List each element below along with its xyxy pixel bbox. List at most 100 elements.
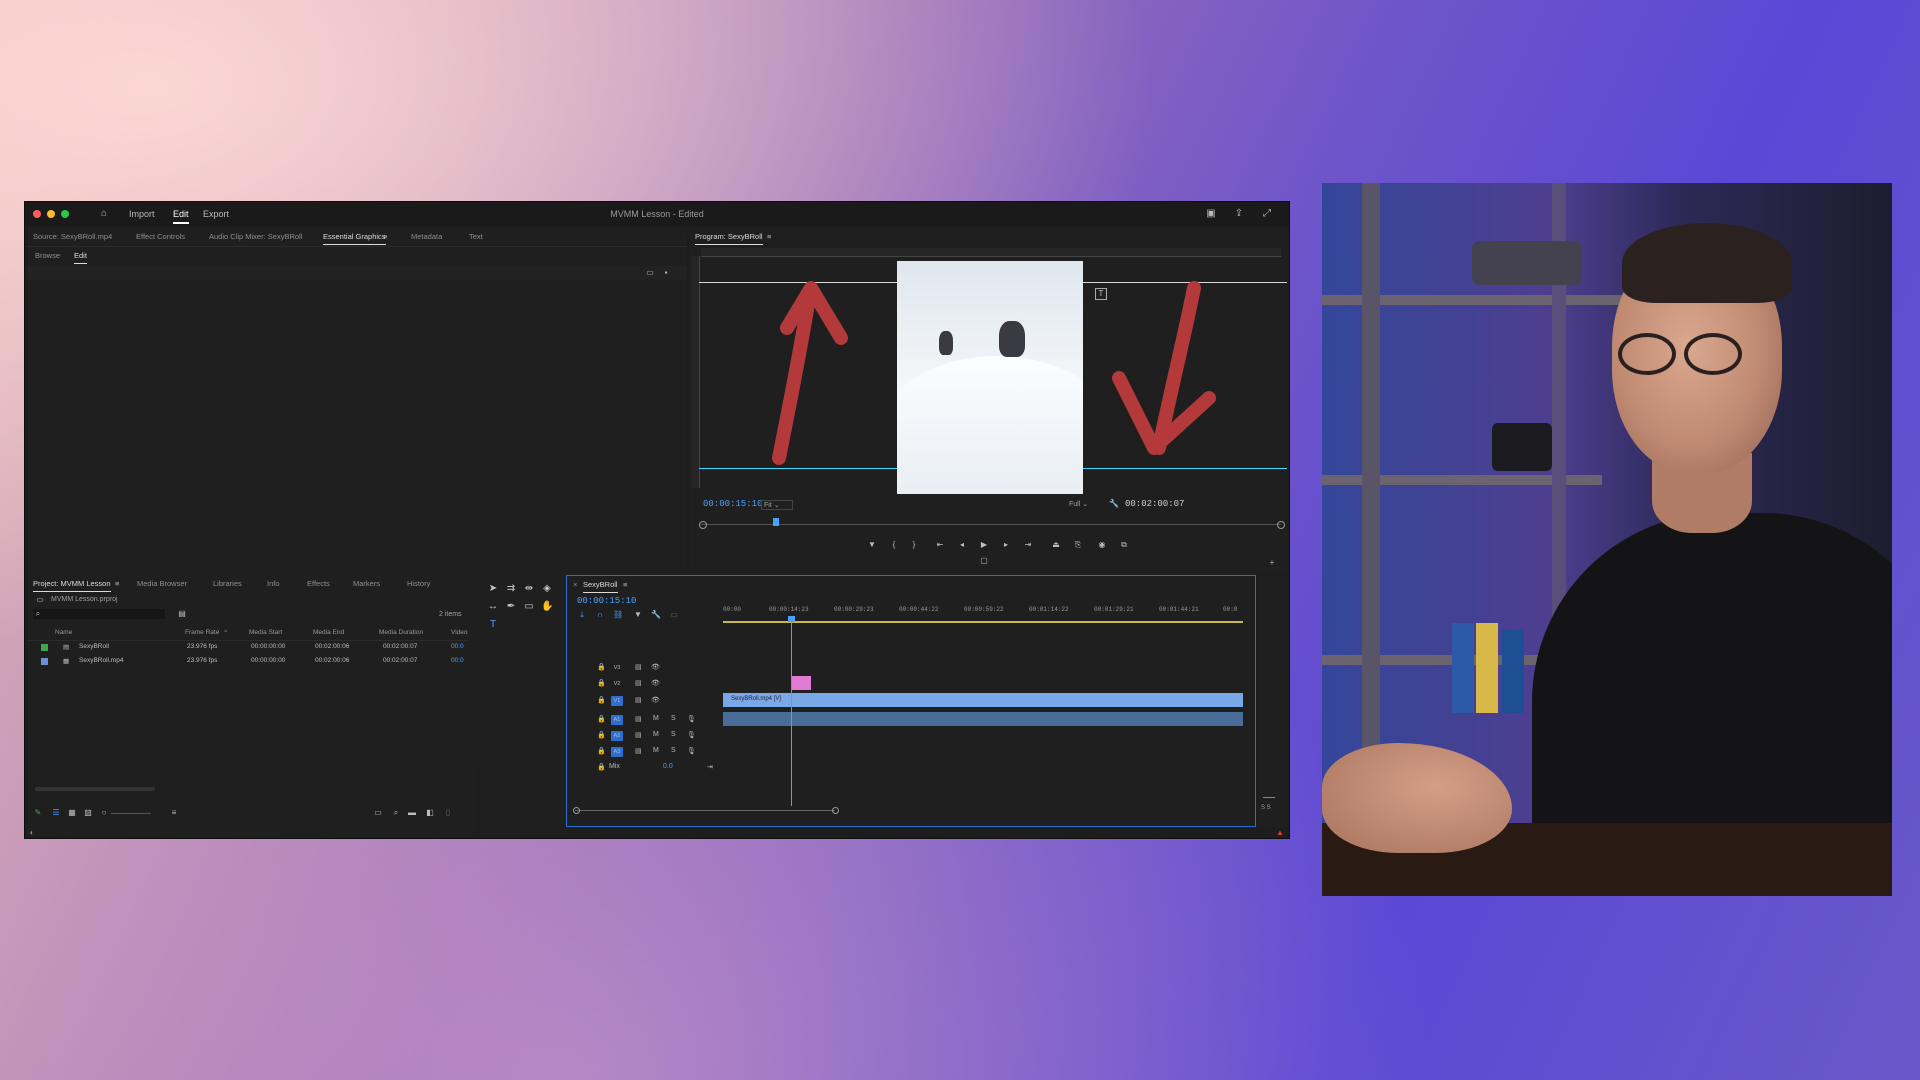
tab-libraries[interactable]: Libraries [213, 579, 242, 588]
rectangle-tool-icon[interactable]: ▭ [523, 601, 535, 613]
tab-essential-graphics[interactable]: Essential Graphics [323, 232, 386, 245]
safe-margins-icon[interactable]: ▢ [979, 556, 989, 566]
microphone-icon[interactable]: 🎙 [687, 715, 696, 723]
lock-icon[interactable]: 🔒 [597, 715, 606, 723]
solo-meter-buttons[interactable]: S S [1261, 805, 1271, 811]
trash-icon[interactable]: ▯ [443, 808, 453, 818]
mute-button[interactable]: M [653, 747, 659, 754]
tab-sequence[interactable]: SexyBRoll [583, 580, 618, 593]
col-video[interactable]: Video [451, 629, 468, 636]
hand-tool-icon[interactable]: ✋ [541, 601, 553, 613]
step-forward-icon[interactable]: ▸ [1001, 540, 1011, 550]
mark-in-icon[interactable]: { [889, 540, 899, 550]
table-row[interactable]: ▦ SexyBRoll.mp4 23.976 fps 00:00:00:00 0… [27, 655, 467, 668]
tab-metadata[interactable]: Metadata [411, 232, 442, 241]
go-to-out-icon[interactable]: ⇥ [1023, 540, 1033, 550]
time-ruler[interactable]: 00:00 00:00:14:23 00:00:29:23 00:00:44:2… [723, 602, 1243, 622]
scrub-end-handle[interactable] [1277, 521, 1285, 529]
microphone-icon[interactable]: 🎙 [687, 747, 696, 755]
lock-icon[interactable]: 🔒 [597, 696, 606, 704]
tab-effect-controls[interactable]: Effect Controls [136, 232, 185, 241]
captions-icon[interactable]: ▭ [669, 610, 679, 620]
lock-icon[interactable]: 🔒 [597, 731, 606, 739]
sync-lock-icon[interactable]: ▤ [635, 731, 642, 739]
new-item-icon[interactable]: ◧ [425, 808, 435, 818]
tab-audio-clip-mixer[interactable]: Audio Clip Mixer: SexyBRoll [209, 232, 302, 241]
zoom-slider-icon[interactable]: ○ [99, 808, 109, 818]
track-label-v1[interactable]: V1 [611, 696, 623, 706]
step-back-icon[interactable]: ◂ [957, 540, 967, 550]
ripple-edit-tool-icon[interactable]: ⇹ [523, 583, 535, 595]
zoom-fit-select[interactable]: Fit ⌄ [761, 500, 793, 510]
timeline-playhead[interactable] [791, 616, 792, 806]
extract-icon[interactable]: ⎘ [1073, 540, 1083, 550]
new-layer-icon[interactable]: ▪ [661, 268, 671, 278]
solo-button[interactable]: S [671, 731, 676, 738]
playback-resolution-select[interactable]: Full ⌄ [1067, 500, 1098, 508]
col-media-start[interactable]: Media Start [249, 629, 282, 636]
solo-button[interactable]: S [671, 747, 676, 754]
slip-tool-icon[interactable]: ↔ [487, 601, 499, 613]
go-to-end-icon[interactable]: ⇥ [707, 763, 713, 771]
lift-icon[interactable]: ⏏ [1051, 540, 1061, 550]
col-media-duration[interactable]: Media Duration [379, 629, 423, 636]
timeline-menu-icon[interactable]: ≡ [623, 580, 627, 589]
tab-text[interactable]: Text [469, 232, 483, 241]
zoom-handle-right[interactable] [832, 807, 839, 814]
razor-tool-icon[interactable]: ◈ [541, 583, 553, 595]
linked-selection-icon[interactable]: ⛓ [613, 610, 623, 620]
add-marker-timeline-icon[interactable]: ▼ [633, 610, 643, 620]
lock-icon[interactable]: 🔒 [597, 679, 606, 687]
sync-lock-icon[interactable]: ▤ [635, 696, 642, 704]
label-color-swatch[interactable] [41, 658, 48, 665]
sync-lock-icon[interactable]: ▤ [635, 663, 642, 671]
list-view-icon[interactable]: ☰ [51, 808, 61, 818]
scrub-start-handle[interactable] [699, 521, 707, 529]
tab-info[interactable]: Info [267, 579, 280, 588]
col-frame-rate[interactable]: Frame Rate [185, 629, 219, 636]
graphic-clip[interactable] [791, 676, 811, 690]
eye-icon[interactable]: 👁 [651, 663, 660, 671]
pen-tool-icon[interactable]: ✒ [505, 601, 517, 613]
track-label-a3[interactable]: A3 [611, 747, 623, 757]
program-scrub-bar[interactable] [701, 524, 1281, 525]
eye-icon[interactable]: 👁 [651, 696, 660, 704]
subtab-edit[interactable]: Edit [74, 251, 87, 264]
pencil-icon[interactable]: ✎ [33, 808, 43, 818]
button-editor-icon[interactable]: + [1267, 558, 1277, 568]
playhead-handle[interactable] [788, 616, 795, 622]
go-to-in-icon[interactable]: ⇤ [935, 540, 945, 550]
tab-project[interactable]: Project: MVMM Lesson [33, 579, 111, 592]
fullscreen-icon[interactable]: ⤢ [1261, 208, 1273, 219]
label-color-swatch[interactable] [41, 644, 48, 651]
close-sequence-icon[interactable]: × [573, 580, 577, 589]
audio-clip[interactable] [723, 712, 1243, 726]
track-label-a2[interactable]: A2 [611, 731, 623, 741]
eye-icon[interactable]: 👁 [651, 679, 660, 687]
timeline-settings-icon[interactable]: 🔧 [651, 610, 661, 620]
zoom-slider[interactable] [111, 813, 151, 814]
tab-markers[interactable]: Markers [353, 579, 380, 588]
timeline-zoom-scrollbar[interactable] [575, 810, 835, 811]
type-tool-icon[interactable]: T [487, 619, 499, 631]
table-row[interactable]: ▤ SexyBRoll 23.976 fps 00:00:00:00 00:02… [27, 641, 467, 654]
tab-history[interactable]: History [407, 579, 430, 588]
program-panel-menu-icon[interactable]: ≡ [767, 232, 771, 241]
freeform-view-icon[interactable]: ▧ [83, 808, 93, 818]
subtab-browse[interactable]: Browse [35, 251, 60, 260]
icon-view-icon[interactable]: ▦ [67, 808, 77, 818]
program-timecode[interactable]: 00:00:15:10 [703, 499, 762, 509]
project-panel-menu-icon[interactable]: ≡ [115, 579, 119, 588]
lock-icon[interactable]: 🔒 [597, 763, 606, 771]
video-clip[interactable]: SexyBRoll.mp4 [V] [723, 693, 1243, 707]
wrench-icon[interactable]: 🔧 [1109, 499, 1119, 509]
sort-icon[interactable]: ≡ [169, 808, 179, 818]
track-label-v3[interactable]: V3 [611, 663, 623, 673]
tab-media-browser[interactable]: Media Browser [137, 579, 187, 588]
tab-effects[interactable]: Effects [307, 579, 330, 588]
mark-out-icon[interactable]: } [909, 540, 919, 550]
sync-lock-icon[interactable]: ▤ [635, 747, 642, 755]
mute-button[interactable]: M [653, 731, 659, 738]
play-icon[interactable]: ▶ [979, 540, 989, 550]
new-folder-icon[interactable]: ▭ [645, 268, 655, 278]
